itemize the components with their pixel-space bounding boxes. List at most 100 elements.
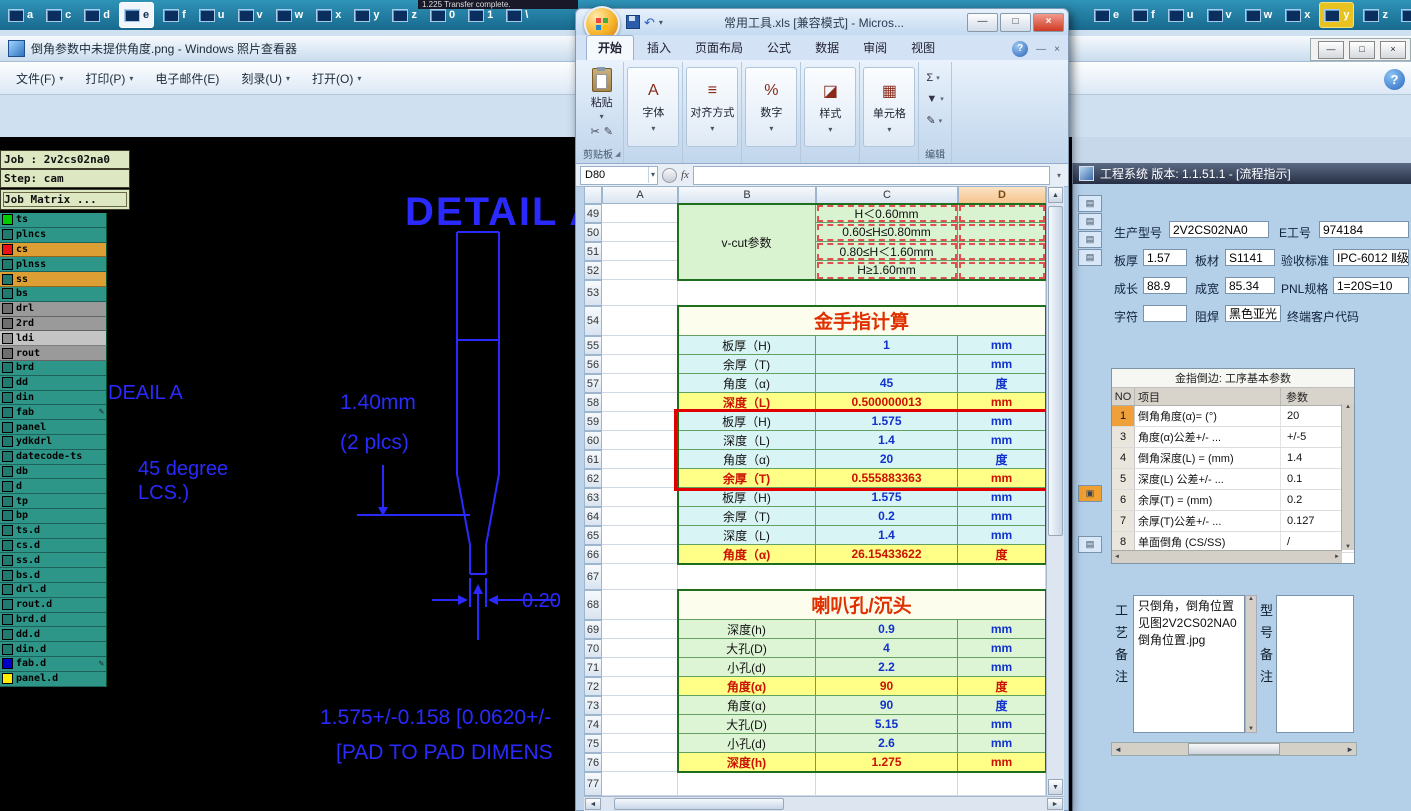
taskbar-item-label[interactable]: a [27,9,33,21]
sheet-cell[interactable] [602,204,678,223]
ribbon-group-button[interactable]: ◪ 样式 ▾ [804,67,857,147]
sheet-cell[interactable]: mm [958,734,1046,753]
layer-color-swatch[interactable] [2,643,13,655]
layer-color-swatch[interactable] [2,658,13,670]
layer-row[interactable]: fab.d ✎ [0,656,107,672]
sheet-cell[interactable]: 0.60≤H≤0.80mm [816,223,958,242]
field-input-material[interactable]: S1141 [1225,249,1275,266]
sheet-cell[interactable] [602,545,678,564]
ribbon-group-icon[interactable]: ◪ [823,81,838,101]
param-item[interactable]: 单面倒角 (CS/SS) [1135,532,1281,552]
field-input-length[interactable]: 88.9 [1143,277,1187,294]
model-note-text[interactable] [1276,595,1354,733]
scroll-left-icon[interactable]: ◄ [585,798,601,810]
minimize-window-icon[interactable]: — [1036,44,1046,55]
tool-icon[interactable]: ▼ [926,93,937,105]
field-input-ejob[interactable]: 974184 [1319,221,1409,238]
ribbon-group-label[interactable]: 单元格 [873,105,906,121]
sheet-cell[interactable]: 度 [958,696,1046,715]
taskbar-item[interactable]: z [388,3,421,27]
layer-row[interactable]: panel [0,420,107,435]
layer-row[interactable]: panel.d [0,671,107,687]
sheet-cell[interactable]: mm [958,658,1046,677]
sheet-cell[interactable]: 板厚（H) [678,336,816,355]
layer-name[interactable]: dd [16,377,28,388]
taskbar-item-label[interactable]: u [1187,9,1194,21]
layer-name[interactable]: panel [16,422,46,433]
layer-name[interactable]: db [16,466,28,477]
ribbon-tab[interactable]: 视图 [900,36,946,60]
sheet-cell-title[interactable]: 喇叭孔/沉头 [678,590,1046,620]
sheet-cell[interactable]: 板厚（H) [678,412,816,431]
row-header[interactable]: 75 [584,734,602,753]
layer-row[interactable]: tp [0,494,107,509]
field-input-pnl[interactable]: 1=20S=10 [1333,277,1409,294]
sheet-cell[interactable]: 90 [816,696,958,715]
taskbar-item[interactable]: y [350,3,383,27]
sheet-cell[interactable]: 角度（α) [678,545,816,564]
param-no[interactable]: 7 [1112,511,1135,531]
layer-row[interactable]: db [0,464,107,480]
layer-row[interactable]: 2rd [0,316,107,332]
tool-icon[interactable]: ▤ [1078,231,1102,248]
row-header[interactable]: 53 [584,280,602,306]
layer-color-swatch[interactable] [2,229,13,241]
sheet-cell[interactable] [602,526,678,545]
layer-row[interactable]: fab ✎ [0,405,107,421]
taskbar-item[interactable]: x [312,3,345,27]
taskbar-item-label[interactable]: 0 [449,9,455,21]
note-scrollbar[interactable]: ▲ ▼ [1245,595,1257,733]
sheet-cell[interactable]: 余厚（T) [678,355,816,374]
column-header[interactable]: C [816,186,958,204]
scrollbar-thumb[interactable] [1188,743,1280,755]
app-window-icon[interactable] [198,8,215,22]
row-header[interactable]: 59 [584,412,602,431]
ribbon-tab[interactable]: 开始 [586,35,635,60]
sheet-cell[interactable]: mm [958,715,1046,734]
layer-name[interactable]: ss [16,274,28,285]
sheet-cell[interactable]: 2.2 [816,658,958,677]
sheet-cell[interactable]: 1.575 [816,488,958,507]
ribbon-group-icon[interactable]: ≡ [708,82,717,100]
row-header[interactable]: 61 [584,450,602,469]
row-header[interactable]: 72 [584,677,602,696]
layer-color-swatch[interactable] [2,362,13,374]
chevron-down-icon[interactable]: ▾ [828,125,832,134]
sheet-cell[interactable]: 1.575 [816,412,958,431]
row-header[interactable]: 63 [584,488,602,507]
sheet-cell[interactable]: 角度（α) [678,374,816,393]
layer-row[interactable]: plnss [0,257,107,273]
sheet-cell-title[interactable]: 金手指计算 [678,306,1046,336]
menu-item[interactable]: 文件(F) ▾ [16,70,63,87]
sheet-cell[interactable]: mm [958,431,1046,450]
row-header[interactable]: 49 [584,204,602,223]
layer-name[interactable]: din [16,392,34,403]
taskbar-item-label[interactable]: e [1113,9,1119,21]
row-header[interactable]: 56 [584,355,602,374]
name-box[interactable]: D80 ▾ [580,165,658,185]
param-row[interactable]: 1 倒角角度(α)= (°) 20 [1112,406,1354,427]
sheet-cell[interactable]: 45 [816,374,958,393]
layer-name[interactable]: drl [16,303,34,314]
layer-name[interactable]: tp [16,496,28,507]
layer-name[interactable]: plncs [16,229,46,240]
menu-item-label[interactable]: 打开(O) [312,70,353,87]
minimize-button[interactable]: — [967,12,998,32]
layer-name[interactable]: ts [16,214,28,225]
tool-icon[interactable]: Σ [926,72,933,84]
edit-tool-button[interactable]: Σ ▾ [922,70,947,86]
sheet-cell[interactable]: mm [958,507,1046,526]
row-header[interactable]: 51 [584,242,602,261]
menu-item-label[interactable]: 文件(F) [16,70,55,87]
sheet-cell[interactable]: 余厚（T) [678,469,816,488]
sheet-cell[interactable] [602,431,678,450]
sheet-cell[interactable]: 深度（L) [678,431,816,450]
layer-row[interactable]: datecode-ts [0,449,107,465]
column-header[interactable]: B [678,186,816,204]
scroll-down-icon[interactable]: ▼ [1342,544,1354,550]
sheet-cell[interactable]: 1.4 [816,526,958,545]
merged-cell-vcut[interactable]: v-cut参数 [678,204,816,280]
param-row[interactable]: 4 倒角深度(L) = (mm) 1.4 [1112,448,1354,469]
ribbon-group-icon[interactable]: ▦ [882,81,897,101]
ribbon-tab[interactable]: 公式 [756,36,802,60]
